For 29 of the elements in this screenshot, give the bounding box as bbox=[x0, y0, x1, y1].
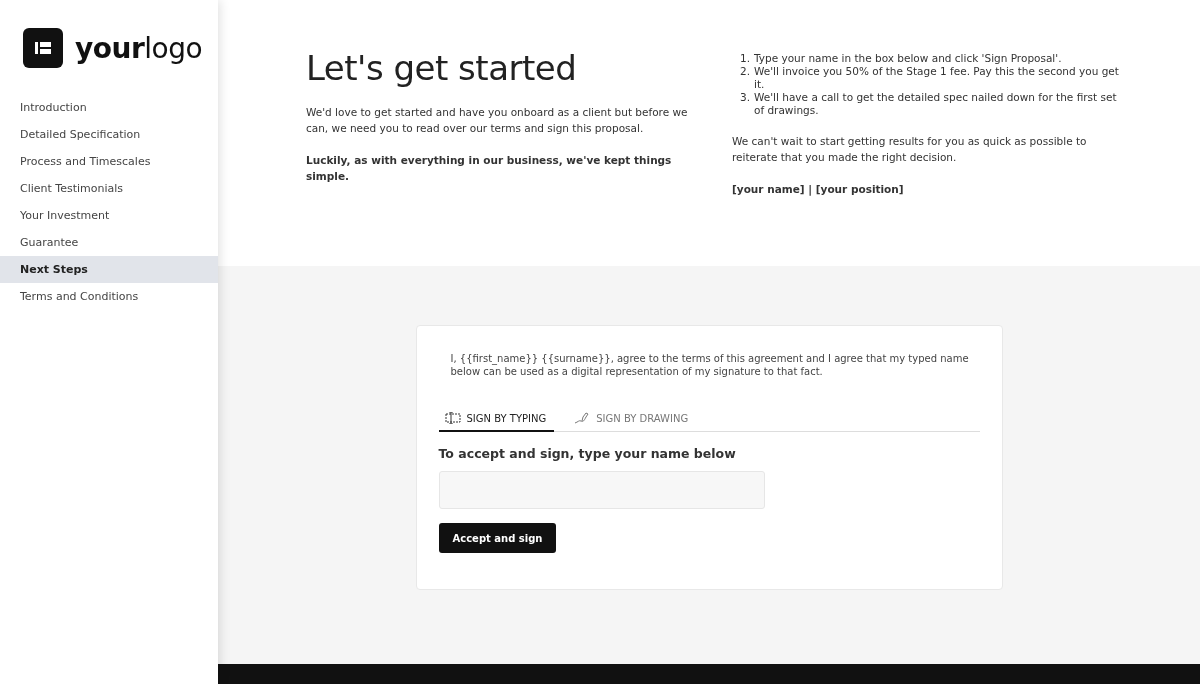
sidebar-item[interactable]: Client Testimonials bbox=[0, 175, 218, 202]
emphasis-text: Luckily, as with everything in our business, we've kept things simple. bbox=[306, 153, 673, 184]
step-text: Type your name in the box below and click 'Sign Proposal'. bbox=[754, 52, 1062, 65]
sidebar-item[interactable]: Introduction bbox=[0, 94, 218, 121]
sidebar-item[interactable]: Your Investment bbox=[0, 202, 218, 229]
step-number: 1. bbox=[738, 52, 751, 65]
accept-button[interactable]: Accept and sign bbox=[438, 523, 557, 553]
intro-paragraph: We'd love to get started and have you onboard as a client but before we can, we need you to read over our terms and sign this proposal. bbox=[306, 105, 689, 136]
step-text: We'll have a call to get the detailed spec nailed down for the first set of drawings. bbox=[754, 91, 1118, 117]
sign-tab[interactable]: SIGN BY TYPING bbox=[438, 412, 555, 432]
name-input-field[interactable] bbox=[438, 471, 765, 509]
page-title: Let's get started bbox=[306, 48, 578, 88]
sign-tab[interactable]: SIGN BY DRAWING bbox=[568, 412, 697, 432]
sidebar-item[interactable]: Detailed Specification bbox=[0, 121, 218, 148]
logo-icon bbox=[23, 28, 63, 68]
pen-icon bbox=[574, 412, 591, 424]
text-cursor-icon bbox=[444, 412, 461, 424]
sidebar-item[interactable]: Terms and Conditions bbox=[0, 283, 218, 310]
step-number: 2. bbox=[738, 65, 751, 79]
field-label: To accept and sign, type your name below bbox=[438, 446, 737, 461]
closing-paragraph: We can't wait to start getting results for you as quick as possible to reiterate that you made the right decision. bbox=[732, 134, 1088, 165]
signoff-text: [your name] | [your position] bbox=[732, 182, 905, 197]
logo-text: yourlogo bbox=[75, 31, 203, 65]
sidebar-item[interactable]: Next Steps bbox=[0, 256, 218, 283]
step-number: 3. bbox=[738, 91, 751, 105]
step-text: We'll invoice you 50% of the Stage 1 fee. Pay this the second you get it. bbox=[754, 65, 1120, 91]
sidebar-item[interactable]: Process and Timescales bbox=[0, 148, 218, 175]
sidebar-item[interactable]: Guarantee bbox=[0, 229, 218, 256]
agreement-text: I, {{first_name}} {{surname}}, agree to the terms of this agreement and I agree that my typed name below can be used as a digital representation of my signature to that fact. bbox=[450, 352, 970, 378]
